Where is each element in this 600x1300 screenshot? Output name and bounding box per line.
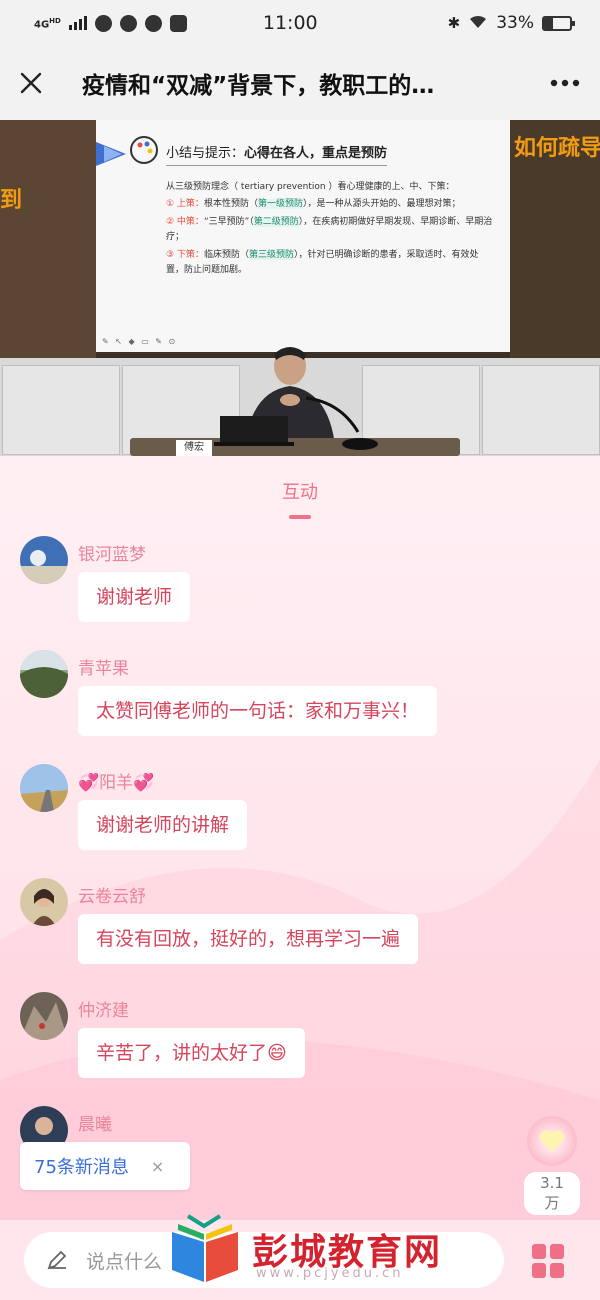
- slide-toolbar: ✎ ↖ ◆ ▭ ✎ ⊙: [102, 337, 178, 346]
- signal-icon: [68, 16, 87, 30]
- live-video[interactable]: 到 如何疏导 小结与提示：心得在各人，重点是预防 从三级预防理念（ tertia…: [0, 120, 600, 456]
- avatar[interactable]: [20, 992, 68, 1040]
- message-bubble: 辛苦了，讲的太好了😄: [78, 1028, 305, 1078]
- close-button[interactable]: [0, 46, 62, 120]
- bluetooth-icon: ✱: [447, 14, 461, 32]
- message-nickname: 💞阳羊💞: [78, 773, 155, 793]
- watermark: 彭城教育网 www.pcjyedu.cn: [168, 1214, 442, 1284]
- message-nickname: 银河蓝梦: [78, 545, 146, 565]
- battery-icon: [542, 15, 575, 31]
- battery-percent: 33%: [496, 13, 534, 33]
- laptop-icon: [214, 416, 294, 446]
- close-toast-button[interactable]: ×: [151, 1157, 164, 1176]
- tab-interaction[interactable]: 互动: [0, 456, 600, 504]
- new-messages-toast[interactable]: 75条新消息 ×: [20, 1142, 190, 1190]
- status-time: 11:00: [262, 12, 318, 34]
- watermark-url: www.pcjyedu.cn: [256, 1266, 404, 1281]
- nick-decor-icon: 💞: [78, 773, 100, 793]
- like-count: 3.1万: [524, 1172, 580, 1215]
- video-app-icon: [169, 14, 187, 32]
- microphone-icon: [305, 396, 378, 450]
- slide-item: ① 上策：根本性预防（第一级预防），是一种从源头开始的、最理想对策；: [166, 199, 461, 209]
- more-icon: [550, 79, 580, 87]
- message-nickname: 仲济建: [78, 1001, 129, 1021]
- browser-icon: [119, 14, 137, 32]
- tab-bar: 互动: [0, 456, 600, 520]
- more-button[interactable]: [530, 46, 600, 120]
- network-indicator: 4GHD: [34, 16, 61, 31]
- pencil-icon: [47, 1250, 67, 1270]
- avatar[interactable]: [20, 536, 68, 584]
- status-right: ✱ 33%: [447, 13, 575, 34]
- page-title: 疫情和“双减”背景下，教职工的…: [82, 73, 435, 99]
- message-nickname: 云卷云舒: [78, 887, 146, 907]
- grid-cell-icon: [532, 1244, 546, 1259]
- wall-left: [0, 120, 96, 360]
- like-button[interactable]: [527, 1116, 577, 1166]
- message-bubble: 太赞同傅老师的一句话：家和万事兴！: [78, 686, 438, 736]
- wifi-icon: [468, 13, 488, 34]
- new-messages-label[interactable]: 75条新消息: [34, 1153, 129, 1179]
- app-icon: [144, 14, 162, 32]
- message-nickname: 青苹果: [78, 659, 129, 679]
- chat-list[interactable]: 银河蓝梦 谢谢老师 青苹果 太赞同傅老师的一句话：家和万事兴！ 💞阳羊💞 谢谢老…: [0, 520, 600, 1220]
- message-bubble: 谢谢老师的讲解: [78, 800, 248, 850]
- wall-panel: [2, 365, 120, 455]
- tab-indicator: [289, 515, 311, 519]
- grid-cell-icon: [532, 1263, 546, 1278]
- message-nickname: 晨曦: [78, 1115, 112, 1135]
- status-bar: 4GHD 11:00 ✱ 33%: [0, 0, 600, 46]
- slide-item: ② 中策：“三早预防”（第二级预防），在疾病初期做好早期发现、早期诊断、早期治疗…: [166, 217, 493, 242]
- qq-icon: [94, 14, 112, 32]
- slide-intro: 从三级预防理念（ tertiary prevention ）看心理健康的上、中、…: [166, 182, 455, 192]
- overlay-caption-right: 如何疏导: [514, 136, 600, 161]
- wall-panel: [482, 365, 600, 455]
- like-widget: 3.1万: [524, 1116, 580, 1215]
- avatar[interactable]: [20, 650, 68, 698]
- title-bar: 疫情和“双减”背景下，教职工的…: [0, 46, 600, 120]
- grid-cell-icon: [550, 1263, 564, 1278]
- grid-cell-icon: [550, 1244, 564, 1259]
- menu-grid-button[interactable]: [532, 1244, 566, 1278]
- slide-logo-icon: [96, 136, 158, 166]
- avatar[interactable]: [20, 764, 68, 812]
- close-icon: [20, 72, 42, 94]
- slide-heading: 小结与提示：心得在各人，重点是预防: [166, 142, 388, 166]
- presentation-slide: 小结与提示：心得在各人，重点是预防 从三级预防理念（ tertiary prev…: [96, 120, 510, 352]
- speaker-nameplate: 傅宏: [176, 440, 212, 456]
- status-left: 4GHD: [34, 14, 263, 32]
- message-bubble: 谢谢老师: [78, 572, 191, 622]
- slide-item: ③ 下策：临床预防（第三级预防），针对已明确诊断的患者，采取适时、有效处置，防止…: [166, 250, 479, 275]
- heart-icon: [539, 1130, 565, 1152]
- message-bubble: 有没有回放，挺好的，想再学习一遍: [78, 914, 419, 964]
- overlay-caption-left: 到: [0, 188, 23, 213]
- input-placeholder: 说点什么: [86, 1250, 163, 1273]
- avatar[interactable]: [20, 878, 68, 926]
- nick-decor-icon: 💞: [133, 773, 155, 793]
- book-logo-icon: [172, 1214, 238, 1282]
